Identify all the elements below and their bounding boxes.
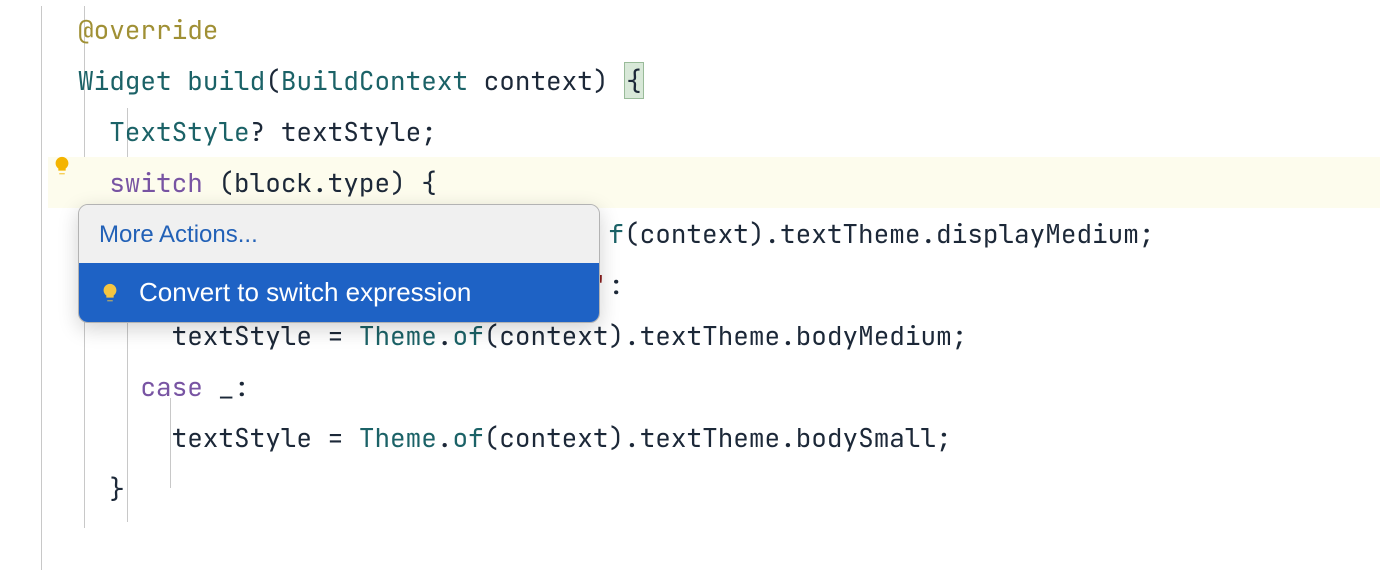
code-line-active[interactable]: switch (block.type) { <box>48 157 1380 208</box>
annotation: @override <box>78 12 218 47</box>
variable: textStyle <box>281 114 421 149</box>
lightbulb-icon <box>99 282 121 304</box>
return-type: Widget <box>78 63 172 98</box>
type: TextStyle <box>109 114 249 149</box>
code-line[interactable]: } <box>48 463 1380 514</box>
case-keyword: case <box>140 369 202 404</box>
convert-to-switch-expression[interactable]: Convert to switch expression <box>79 263 599 322</box>
brace-open: { <box>624 62 644 99</box>
code-line[interactable]: @override <box>48 4 1380 55</box>
method-name: build <box>187 63 265 98</box>
param-name: context <box>484 63 593 98</box>
code-line[interactable]: TextStyle? textStyle; <box>48 106 1380 157</box>
code-line[interactable]: Widget build(BuildContext context) { <box>48 55 1380 106</box>
more-actions-header[interactable]: More Actions... <box>79 205 599 263</box>
indent-guide <box>41 6 42 570</box>
switch-keyword: switch <box>109 165 203 200</box>
brace-close: } <box>109 471 125 506</box>
intention-popup: More Actions... Convert to switch expres… <box>78 204 600 323</box>
code-line[interactable]: textStyle = Theme.of(context).textTheme.… <box>48 412 1380 463</box>
param-type: BuildContext <box>281 63 468 98</box>
code-line[interactable]: case _: <box>48 361 1380 412</box>
lightbulb-icon[interactable] <box>51 150 73 185</box>
popup-item-label: Convert to switch expression <box>139 277 471 308</box>
